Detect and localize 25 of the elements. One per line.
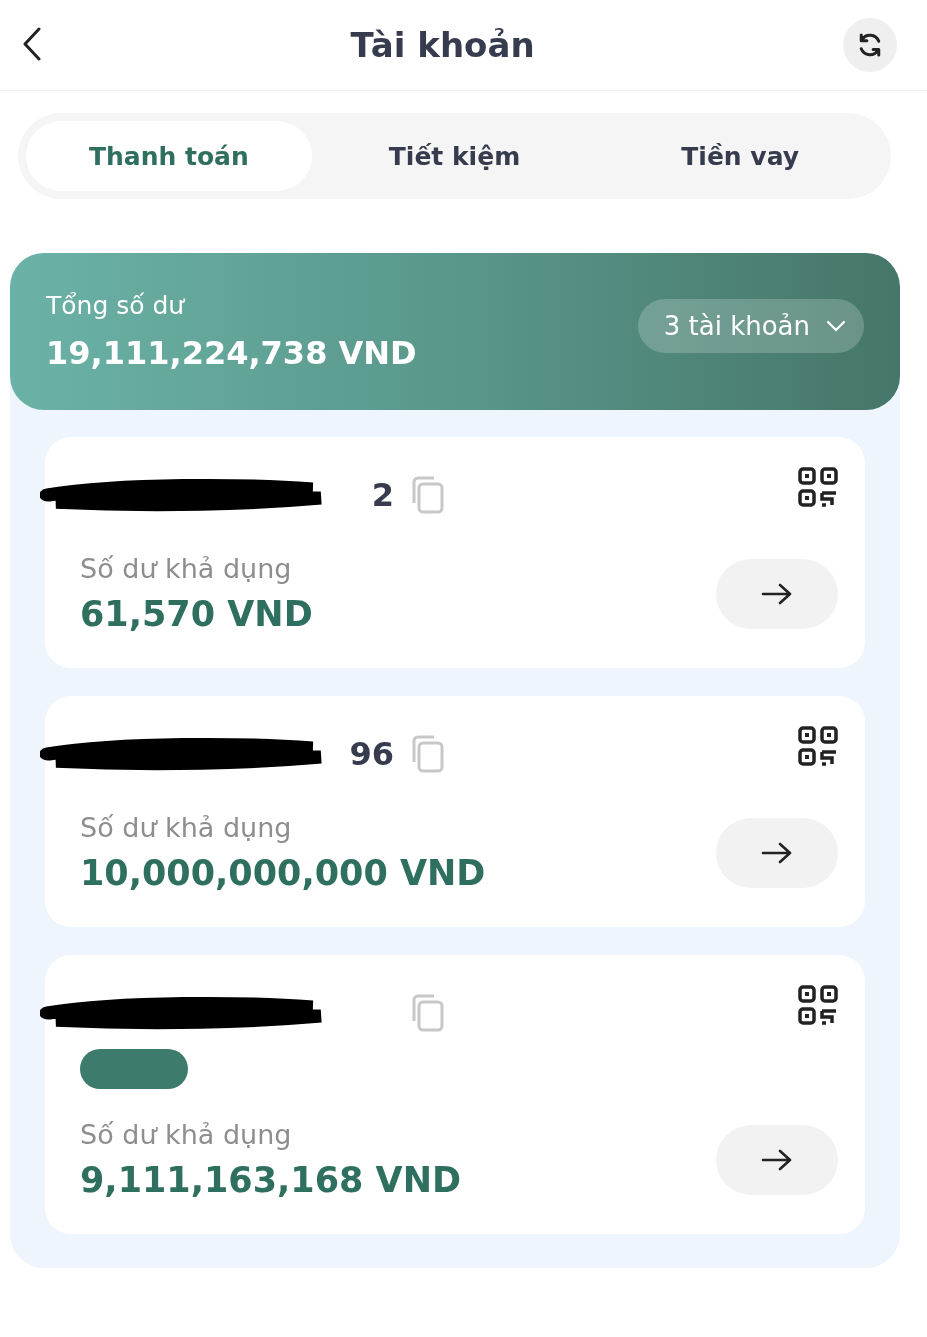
arrow-right-icon <box>761 1149 793 1171</box>
back-icon[interactable] <box>22 27 42 61</box>
page-title: Tài khoản <box>350 25 535 65</box>
tab[interactable]: Thanh toán <box>26 121 312 191</box>
chevron-down-icon <box>826 319 846 332</box>
qr-code-icon[interactable] <box>798 467 838 507</box>
tab[interactable]: Tiết kiệm <box>311 121 598 191</box>
tab[interactable]: Tiền vay <box>597 121 883 191</box>
balance-label: Số dư khả dụng <box>80 812 293 843</box>
copy-icon[interactable] <box>410 475 446 515</box>
account-number: 2 <box>371 476 394 514</box>
copy-icon[interactable] <box>410 734 446 774</box>
available-balance: 61,570 VND <box>80 594 313 634</box>
account-number: 96 <box>349 735 394 773</box>
total-label: Tổng số dư <box>46 291 186 320</box>
qr-code-icon[interactable] <box>798 985 838 1025</box>
available-balance: 9,111,163,168 VND <box>80 1160 462 1200</box>
copy-icon[interactable] <box>410 993 446 1033</box>
qr-code-icon[interactable] <box>798 726 838 766</box>
arrow-right-icon <box>761 842 793 864</box>
total-balance: 19,111,224,738 VND <box>46 334 417 372</box>
balance-label: Số dư khả dụng <box>80 1119 293 1150</box>
arrow-right-icon <box>761 583 793 605</box>
balance-label: Số dư khả dụng <box>80 553 293 584</box>
available-balance: 10,000,000,000 VND <box>80 853 486 893</box>
